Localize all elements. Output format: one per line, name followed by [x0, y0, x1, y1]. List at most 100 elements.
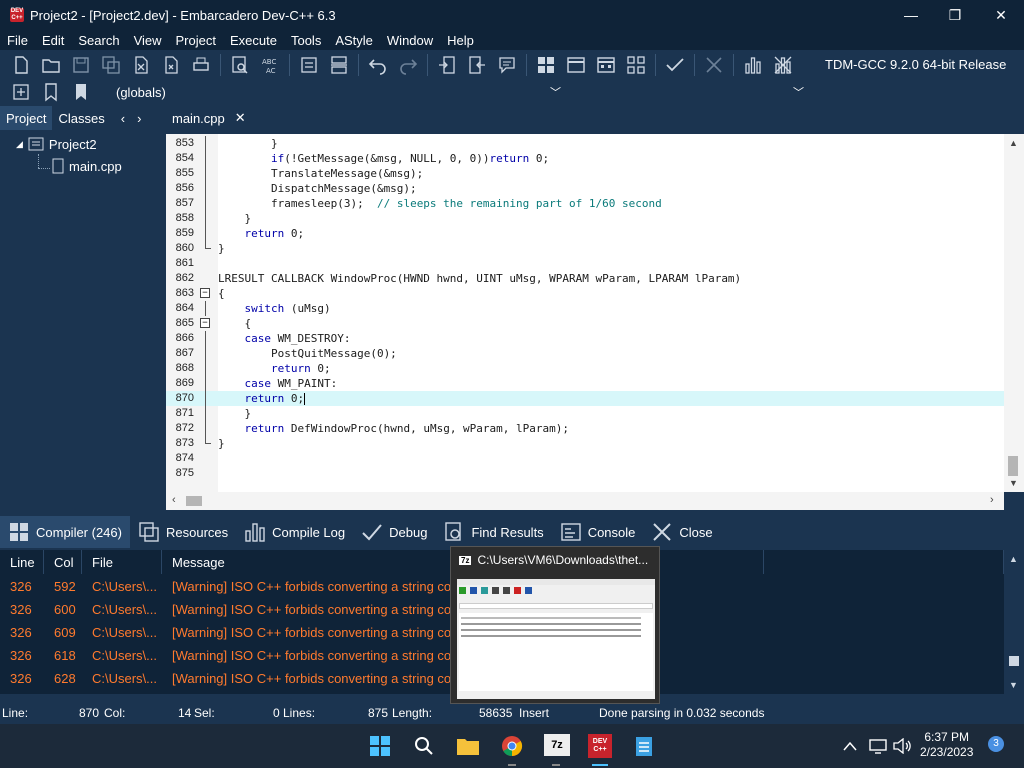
- code-editor[interactable]: 853 } 854 if(!GetMessage(&msg, NULL, 0, 0…: [166, 134, 1004, 492]
- goto-line-icon[interactable]: [296, 52, 322, 78]
- print-icon[interactable]: [188, 52, 214, 78]
- tab-project[interactable]: Project: [0, 106, 53, 130]
- delete-profile-icon[interactable]: [770, 52, 796, 78]
- stop-execution-icon[interactable]: [701, 52, 727, 78]
- find-icon[interactable]: [227, 52, 253, 78]
- chrome-icon[interactable]: [500, 734, 524, 758]
- code-line[interactable]: 867 PostQuitMessage(0);: [166, 346, 1004, 361]
- system-clock[interactable]: 6:37 PM 2/23/2023: [920, 730, 973, 760]
- globals-select[interactable]: (globals) ﹀ ﹀: [108, 82, 810, 102]
- run-icon[interactable]: [563, 52, 589, 78]
- check-syntax-icon[interactable]: [662, 52, 688, 78]
- tree-item-project[interactable]: ◢ Project2: [16, 136, 97, 152]
- chevron-left-icon[interactable]: ‹: [115, 106, 131, 130]
- code-line[interactable]: 870 return 0;: [166, 391, 1004, 406]
- rebuild-icon[interactable]: [623, 52, 649, 78]
- devcpp-taskbar-icon[interactable]: DEV C++: [588, 734, 612, 758]
- tab-main-cpp[interactable]: main.cpp ✕: [166, 110, 252, 126]
- indent-icon[interactable]: [434, 52, 460, 78]
- menu-astyle[interactable]: AStyle: [328, 33, 380, 48]
- code-line[interactable]: 863−{: [166, 286, 1004, 301]
- column-header-file[interactable]: File: [82, 550, 162, 574]
- scroll-down-icon[interactable]: ▼: [1009, 680, 1018, 690]
- scroll-right-icon[interactable]: ›: [990, 494, 994, 506]
- profile-icon[interactable]: [740, 52, 766, 78]
- save-icon[interactable]: [68, 52, 94, 78]
- scroll-down-icon[interactable]: ▼: [1009, 478, 1018, 488]
- replace-icon[interactable]: ABC AC: [257, 52, 283, 78]
- scroll-thumb[interactable]: [1009, 656, 1019, 666]
- close-tab-icon[interactable]: ✕: [235, 110, 246, 126]
- code-line[interactable]: 875: [166, 466, 1004, 481]
- chevron-down-icon[interactable]: ﹀: [550, 84, 561, 100]
- goto-bookmark-icon[interactable]: [68, 79, 94, 105]
- close-window-button[interactable]: ✕: [978, 0, 1024, 30]
- tab-find-results[interactable]: Find Results: [435, 516, 551, 548]
- tree-item-main-cpp[interactable]: main.cpp: [52, 158, 122, 174]
- menu-tools[interactable]: Tools: [284, 33, 328, 48]
- minimize-button[interactable]: —: [888, 0, 934, 30]
- code-line[interactable]: 855 TranslateMessage(&msg);: [166, 166, 1004, 181]
- windows-start-icon[interactable]: [368, 734, 392, 758]
- taskbar-preview-popup[interactable]: 7z C:\Users\VM6\Downloads\thet...: [450, 546, 660, 704]
- messages-vertical-scrollbar[interactable]: ▲ ▼: [1004, 550, 1024, 694]
- code-line[interactable]: 869 case WM_PAINT:: [166, 376, 1004, 391]
- fold-toggle-icon[interactable]: −: [200, 288, 210, 298]
- expand-icon[interactable]: ◢: [16, 139, 23, 150]
- code-line[interactable]: 854 if(!GetMessage(&msg, NULL, 0, 0))ret…: [166, 151, 1004, 166]
- open-folder-icon[interactable]: [38, 52, 64, 78]
- code-line[interactable]: 864 switch (uMsg): [166, 301, 1004, 316]
- code-line[interactable]: 872 return DefWindowProc(hwnd, uMsg, wPa…: [166, 421, 1004, 436]
- tab-debug[interactable]: Debug: [353, 516, 435, 548]
- window-thumbnail[interactable]: [457, 579, 655, 699]
- search-icon[interactable]: [412, 734, 436, 758]
- scroll-left-icon[interactable]: ‹: [172, 494, 176, 506]
- menu-file[interactable]: File: [0, 33, 35, 48]
- code-line[interactable]: 862 LRESULT CALLBACK WindowProc(HWND hwnd…: [166, 271, 1004, 286]
- scroll-up-icon[interactable]: ▲: [1009, 138, 1018, 148]
- fold-toggle-icon[interactable]: −: [200, 318, 210, 328]
- code-line[interactable]: 874: [166, 451, 1004, 466]
- unindent-icon[interactable]: [464, 52, 490, 78]
- redo-icon[interactable]: [395, 52, 421, 78]
- column-header-col[interactable]: Col: [44, 550, 82, 574]
- code-line[interactable]: 861: [166, 256, 1004, 271]
- close-all-icon[interactable]: [158, 52, 184, 78]
- code-line[interactable]: 865− {: [166, 316, 1004, 331]
- chevron-right-icon[interactable]: ›: [131, 106, 147, 130]
- code-line[interactable]: 868 return 0;: [166, 361, 1004, 376]
- comment-icon[interactable]: [494, 52, 520, 78]
- code-line[interactable]: 871 }: [166, 406, 1004, 421]
- menu-edit[interactable]: Edit: [35, 33, 71, 48]
- tab-close[interactable]: Close: [643, 516, 720, 548]
- scroll-up-icon[interactable]: ▲: [1009, 554, 1018, 564]
- column-header-line[interactable]: Line: [0, 550, 44, 574]
- new-file-icon[interactable]: [8, 52, 34, 78]
- notification-badge[interactable]: 3: [988, 736, 1004, 752]
- menu-project[interactable]: Project: [169, 33, 223, 48]
- chevron-up-icon[interactable]: [838, 734, 862, 758]
- menu-help[interactable]: Help: [440, 33, 481, 48]
- maximize-button[interactable]: ❐: [932, 0, 978, 30]
- undo-icon[interactable]: [365, 52, 391, 78]
- code-line[interactable]: 857 framesleep(3); // sleeps the remaini…: [166, 196, 1004, 211]
- tab-console[interactable]: Console: [552, 516, 644, 548]
- code-line[interactable]: 866 case WM_DESTROY:: [166, 331, 1004, 346]
- editor-horizontal-scrollbar[interactable]: ‹ ›: [166, 492, 1004, 510]
- close-file-icon[interactable]: [128, 52, 154, 78]
- tab-resources[interactable]: Resources: [130, 516, 236, 548]
- toggle-bookmark-icon[interactable]: [326, 52, 352, 78]
- compile-icon[interactable]: [533, 52, 559, 78]
- notepad-icon[interactable]: [632, 734, 656, 758]
- tab-compile-log[interactable]: Compile Log: [236, 516, 353, 548]
- menu-window[interactable]: Window: [380, 33, 440, 48]
- code-line[interactable]: 856 DispatchMessage(&msg);: [166, 181, 1004, 196]
- compile-run-icon[interactable]: [593, 52, 619, 78]
- file-explorer-icon[interactable]: [456, 734, 480, 758]
- scroll-thumb[interactable]: [1008, 456, 1018, 476]
- code-line[interactable]: 860}: [166, 241, 1004, 256]
- bookmark-icon[interactable]: [38, 79, 64, 105]
- tab-compiler[interactable]: Compiler (246): [0, 516, 130, 548]
- tab-classes[interactable]: Classes: [52, 106, 110, 130]
- compiler-select[interactable]: TDM-GCC 9.2.0 64-bit Release: [818, 52, 1018, 76]
